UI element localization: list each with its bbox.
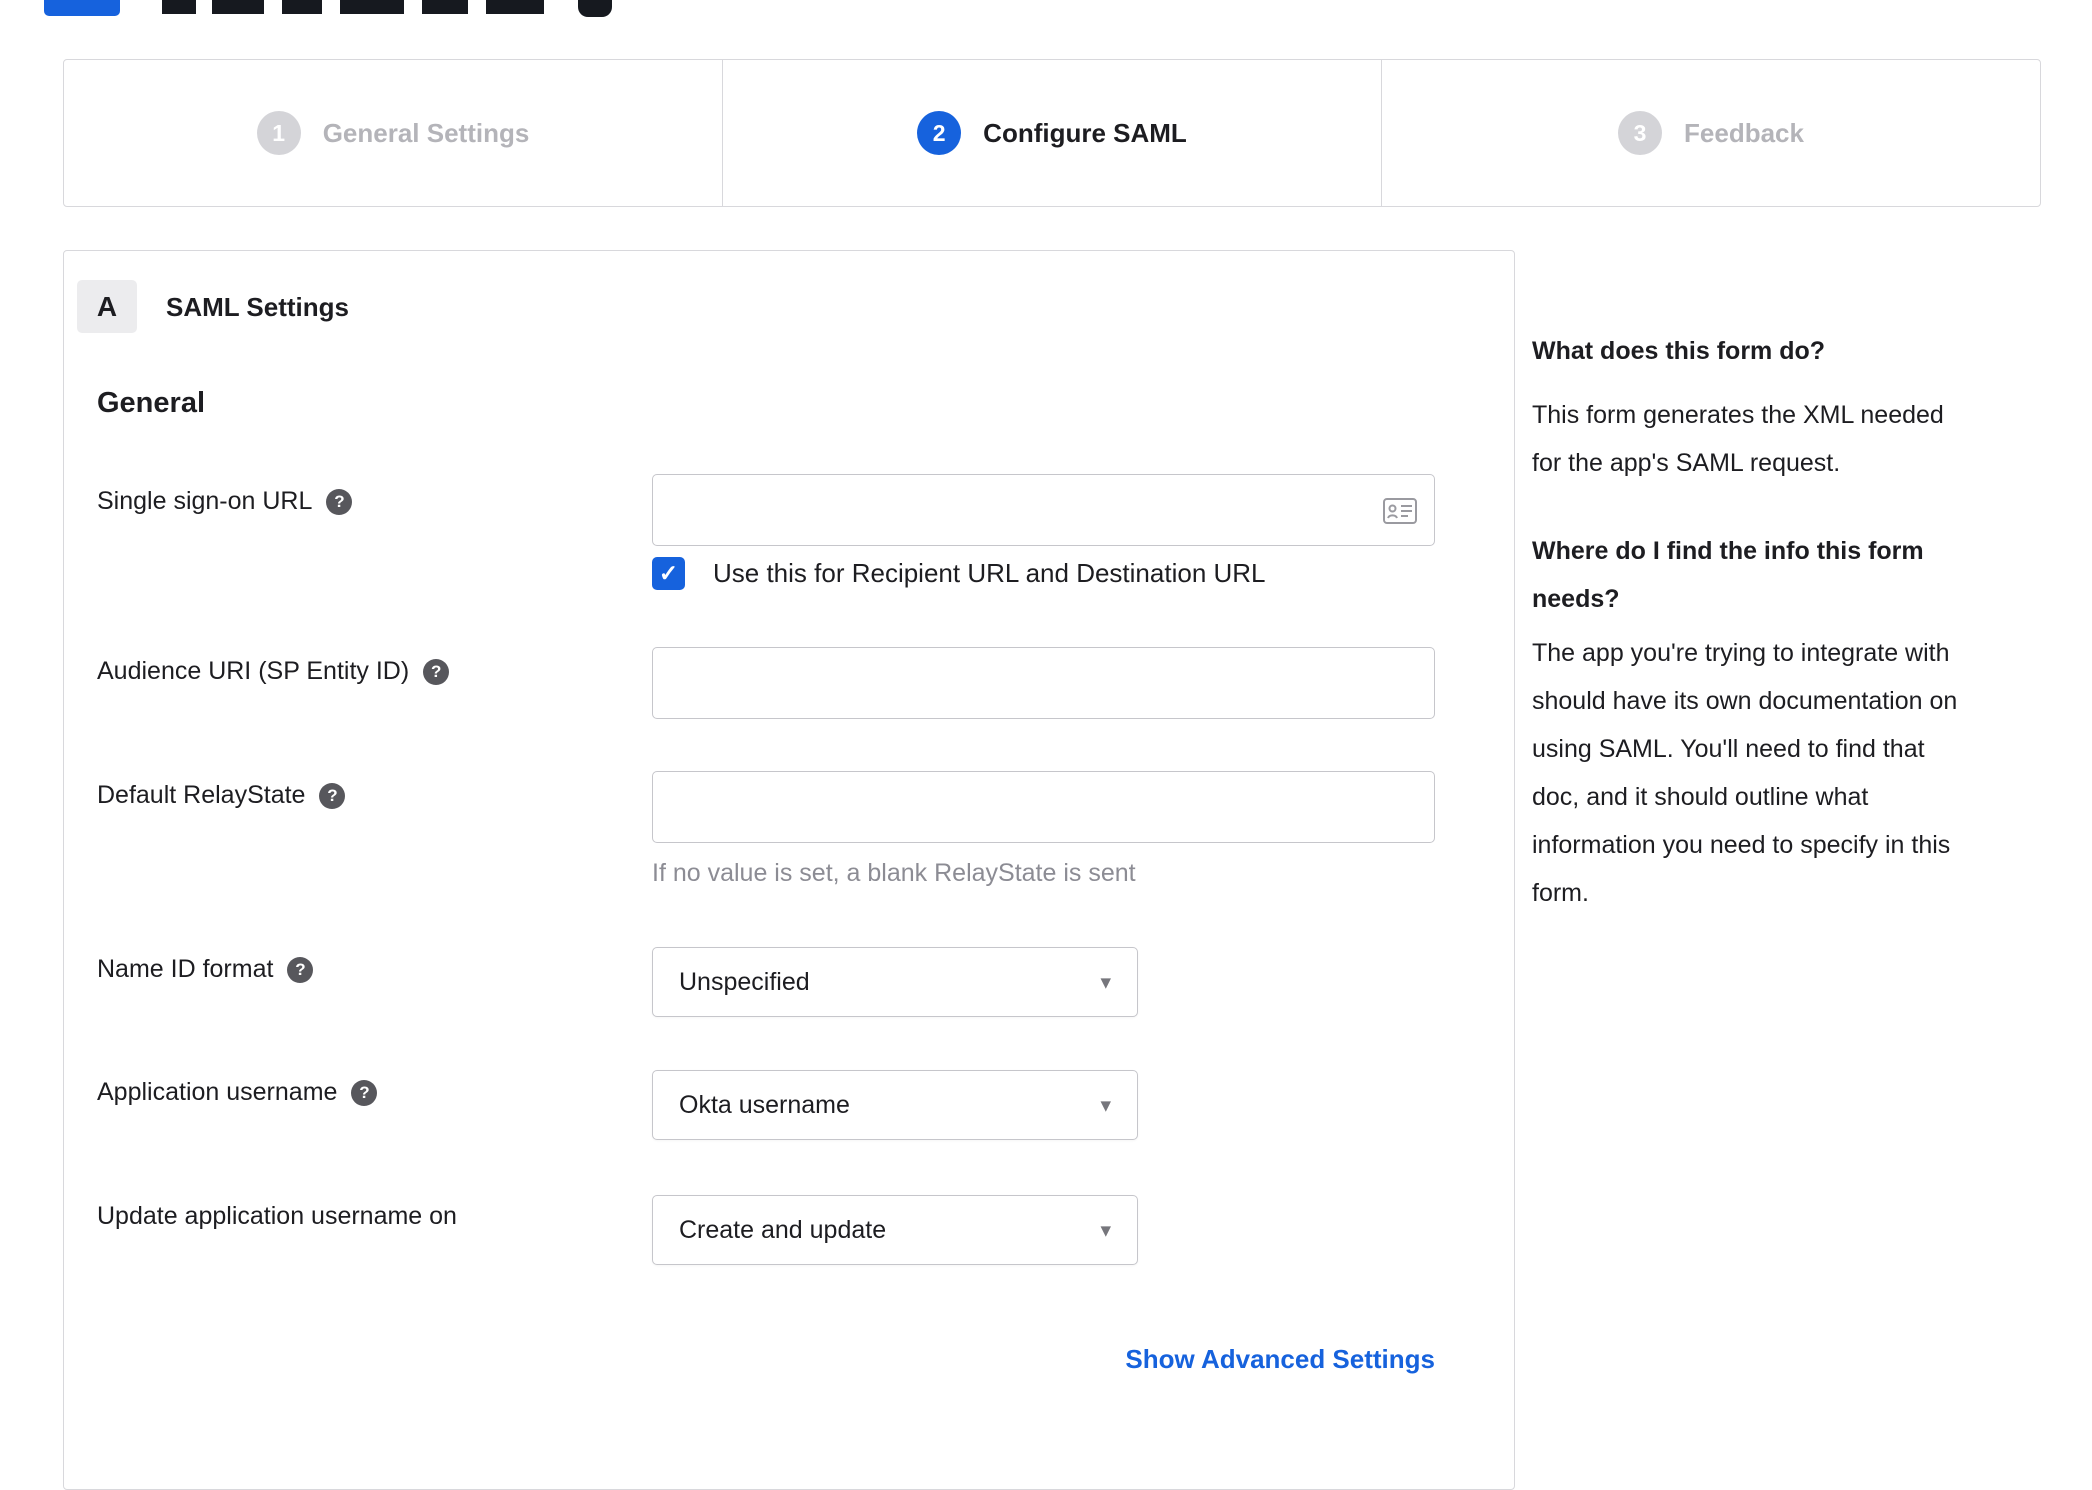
step-general-settings[interactable]: 1 General Settings	[64, 60, 722, 206]
audience-uri-input[interactable]	[652, 647, 1435, 719]
step-label: Feedback	[1684, 117, 1804, 148]
help-question-1: What does this form do?	[1532, 337, 1826, 365]
saml-settings-card: A SAML Settings General Single sign-on U…	[63, 250, 1515, 1490]
application-username-value: Okta username	[679, 1090, 850, 1119]
step-configure-saml[interactable]: 2 Configure SAML	[722, 60, 1381, 206]
caret-down-icon: ▾	[1100, 1218, 1111, 1242]
clipped-logo-icon	[44, 0, 120, 16]
update-username-value: Create and update	[679, 1215, 887, 1244]
update-username-label: Update application username on	[97, 1202, 457, 1231]
relay-state-hint: If no value is set, a blank RelayState i…	[652, 859, 1136, 887]
relay-state-label-text: Default RelayState	[97, 781, 306, 809]
sso-url-label: Single sign-on URL ?	[97, 487, 353, 516]
name-id-format-select[interactable]: Unspecified ▾	[652, 947, 1138, 1017]
wizard-stepper: 1 General Settings 2 Configure SAML 3 Fe…	[63, 59, 2041, 207]
clipped-title-fragment	[340, 0, 404, 14]
help-icon[interactable]: ?	[351, 1079, 378, 1106]
update-username-label-text: Update application username on	[97, 1202, 457, 1230]
sso-url-label-text: Single sign-on URL	[97, 487, 313, 515]
recipient-url-checkbox[interactable]: ✓	[652, 557, 685, 590]
caret-down-icon: ▾	[1100, 970, 1111, 994]
clipped-title-fragment	[212, 0, 264, 14]
help-icon[interactable]: ?	[423, 658, 450, 685]
sso-url-input-wrap	[652, 474, 1435, 546]
help-panel: What does this form do? This form genera…	[1532, 327, 2037, 957]
clipped-title-fragment	[422, 0, 468, 14]
application-username-label-text: Application username	[97, 1078, 338, 1106]
card-title: SAML Settings	[166, 292, 349, 322]
clipped-icon-fragment	[578, 0, 612, 17]
step-label: Configure SAML	[983, 117, 1187, 148]
show-advanced-settings-link[interactable]: Show Advanced Settings	[652, 1344, 1435, 1375]
update-username-select[interactable]: Create and update ▾	[652, 1195, 1138, 1265]
application-username-select[interactable]: Okta username ▾	[652, 1070, 1138, 1140]
audience-uri-label-text: Audience URI (SP Entity ID)	[97, 657, 410, 685]
audience-uri-label: Audience URI (SP Entity ID) ?	[97, 657, 450, 686]
name-id-format-label: Name ID format ?	[97, 955, 314, 984]
contact-card-icon	[1383, 498, 1417, 529]
step-feedback[interactable]: 3 Feedback	[1381, 60, 2040, 206]
section-a-badge: A	[77, 280, 137, 333]
name-id-format-value: Unspecified	[679, 967, 810, 996]
help-answer-1: This form generates the XML needed for t…	[1532, 401, 1944, 477]
help-icon[interactable]: ?	[326, 488, 353, 515]
relay-state-input[interactable]	[652, 771, 1435, 843]
relay-state-label: Default RelayState ?	[97, 781, 346, 810]
recipient-url-checkbox-label: Use this for Recipient URL and Destinati…	[713, 558, 1266, 588]
name-id-format-label-text: Name ID format	[97, 955, 274, 983]
clipped-title-fragment	[486, 0, 544, 14]
general-section-heading: General	[97, 387, 205, 419]
caret-down-icon: ▾	[1100, 1093, 1111, 1117]
application-username-label: Application username ?	[97, 1078, 378, 1107]
step-number-badge: 2	[917, 111, 962, 155]
clipped-title-fragment	[162, 0, 196, 14]
clipped-title-fragment	[282, 0, 322, 14]
step-label: General Settings	[322, 117, 530, 148]
clipped-page-header	[0, 0, 2092, 20]
sso-url-input[interactable]	[652, 474, 1435, 546]
help-icon[interactable]: ?	[319, 782, 346, 809]
recipient-url-checkbox-row: ✓ Use this for Recipient URL and Destina…	[652, 557, 1266, 590]
step-number-badge: 3	[1618, 111, 1663, 155]
help-icon[interactable]: ?	[287, 956, 314, 983]
help-answer-2: The app you're trying to integrate with …	[1532, 639, 1958, 907]
help-question-2: Where do I find the info this form needs…	[1532, 537, 1924, 613]
step-number-badge: 1	[256, 111, 301, 155]
